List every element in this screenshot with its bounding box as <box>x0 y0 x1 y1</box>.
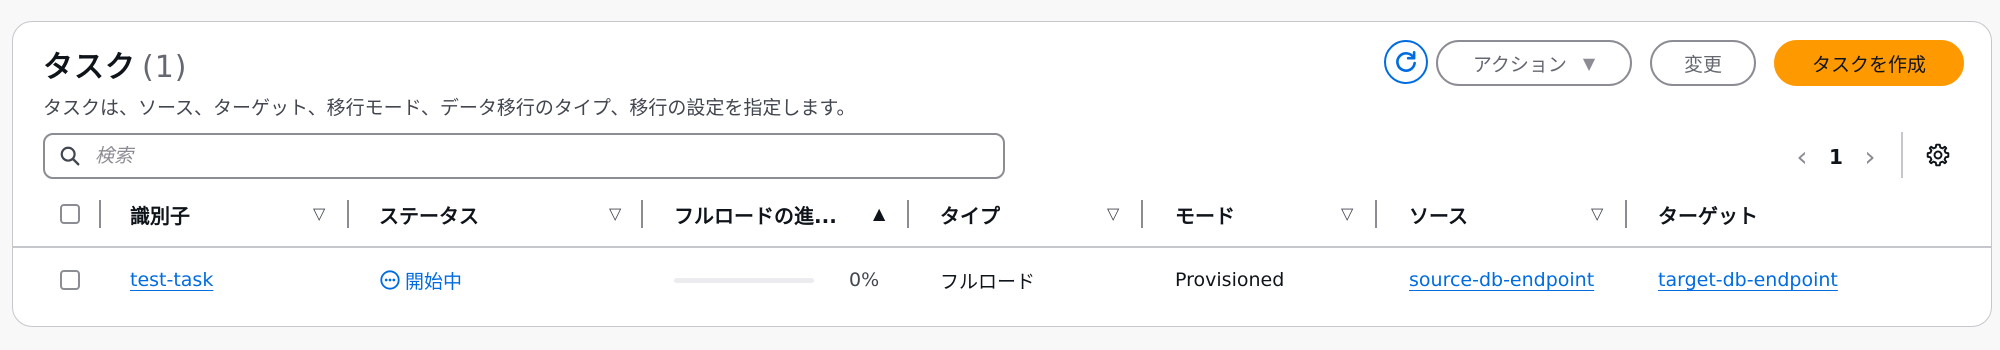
sort-icon[interactable]: ▽ <box>1107 204 1119 223</box>
edit-button[interactable]: 変更 <box>1650 40 1756 86</box>
column-label: 識別子 <box>130 203 190 228</box>
column-resizer[interactable] <box>641 200 643 228</box>
column-header-mode[interactable]: モード <box>1175 192 1235 236</box>
tasks-panel: タスク (1) タスクは、ソース、ターゲット、移行モード、データ移行のタイプ、移行… <box>12 21 1992 327</box>
column-header-full-load-progress[interactable]: フルロードの進... <box>674 192 837 236</box>
column-header-type[interactable]: タイプ <box>940 192 1000 236</box>
sort-icon[interactable]: ▽ <box>313 204 325 223</box>
column-header-source[interactable]: ソース <box>1409 192 1468 236</box>
search-icon <box>59 145 81 167</box>
in-progress-icon <box>380 270 400 290</box>
task-identifier-link[interactable]: test-task <box>130 258 213 302</box>
sort-ascending-icon[interactable]: ▲ <box>873 204 885 223</box>
column-resizer[interactable] <box>347 200 349 228</box>
column-label: ソース <box>1409 203 1468 228</box>
status-text: 開始中 <box>405 270 463 293</box>
column-label: ステータス <box>379 203 479 228</box>
create-task-label: タスクを作成 <box>1811 53 1926 76</box>
actions-label: アクション <box>1472 53 1567 76</box>
search-field[interactable] <box>43 133 1005 179</box>
row-checkbox[interactable] <box>60 270 80 290</box>
caret-down-icon: ▼ <box>1582 53 1596 73</box>
header-divider <box>13 246 1991 248</box>
column-header-status[interactable]: ステータス <box>379 192 479 236</box>
refresh-icon <box>1396 50 1416 72</box>
column-resizer[interactable] <box>1375 200 1377 228</box>
target-endpoint-link[interactable]: target-db-endpoint <box>1658 258 1838 302</box>
sort-icon[interactable]: ▽ <box>1591 204 1603 223</box>
column-label: ターゲット <box>1658 203 1758 228</box>
previous-page-icon[interactable]: ‹ <box>1783 140 1821 173</box>
select-all-checkbox[interactable] <box>60 204 80 224</box>
panel-title: タスク (1) <box>43 42 188 86</box>
type-cell: フルロード <box>940 270 1036 293</box>
column-resizer[interactable] <box>1141 200 1143 228</box>
sort-icon[interactable]: ▽ <box>609 204 621 223</box>
mode-cell: Provisioned <box>1175 269 1285 291</box>
gear-icon <box>1926 143 1950 167</box>
table-row: test-task 開始中 0% フルロード Provisioned sourc… <box>13 258 1991 302</box>
create-task-button[interactable]: タスクを作成 <box>1774 40 1964 86</box>
status-cell: 開始中 <box>379 258 462 302</box>
task-count: (1) <box>142 50 188 85</box>
column-header-identifier[interactable]: 識別子 <box>130 192 190 236</box>
column-label: モード <box>1175 203 1235 228</box>
next-page-icon[interactable]: › <box>1851 140 1889 173</box>
column-header-target[interactable]: ターゲット <box>1658 192 1758 236</box>
pagination: ‹ 1 › <box>1783 140 1889 173</box>
refresh-button[interactable] <box>1384 40 1428 84</box>
column-resizer[interactable] <box>1625 200 1627 228</box>
column-label: フルロードの進... <box>674 203 837 228</box>
progress-percentage: 0% <box>849 269 880 291</box>
edit-label: 変更 <box>1683 53 1722 76</box>
search-input[interactable] <box>93 144 977 168</box>
column-label: タイプ <box>940 203 1000 228</box>
source-endpoint-link[interactable]: source-db-endpoint <box>1409 258 1594 302</box>
settings-button[interactable] <box>1925 142 1951 168</box>
sort-icon[interactable]: ▽ <box>1341 204 1353 223</box>
progress-bar <box>674 278 814 283</box>
column-resizer[interactable] <box>907 200 909 228</box>
actions-dropdown-button[interactable]: アクション ▼ <box>1436 40 1632 86</box>
table-header: 識別子 ▽ ステータス ▽ フルロードの進... ▲ タイプ ▽ モード ▽ ソ… <box>13 192 1991 236</box>
panel-title-text: タスク <box>43 50 136 85</box>
current-page[interactable]: 1 <box>1821 145 1851 169</box>
column-divider <box>99 200 101 228</box>
panel-description: タスクは、ソース、ターゲット、移行モード、データ移行のタイプ、移行の設定を指定し… <box>43 97 856 119</box>
pagination-divider <box>1901 132 1903 178</box>
